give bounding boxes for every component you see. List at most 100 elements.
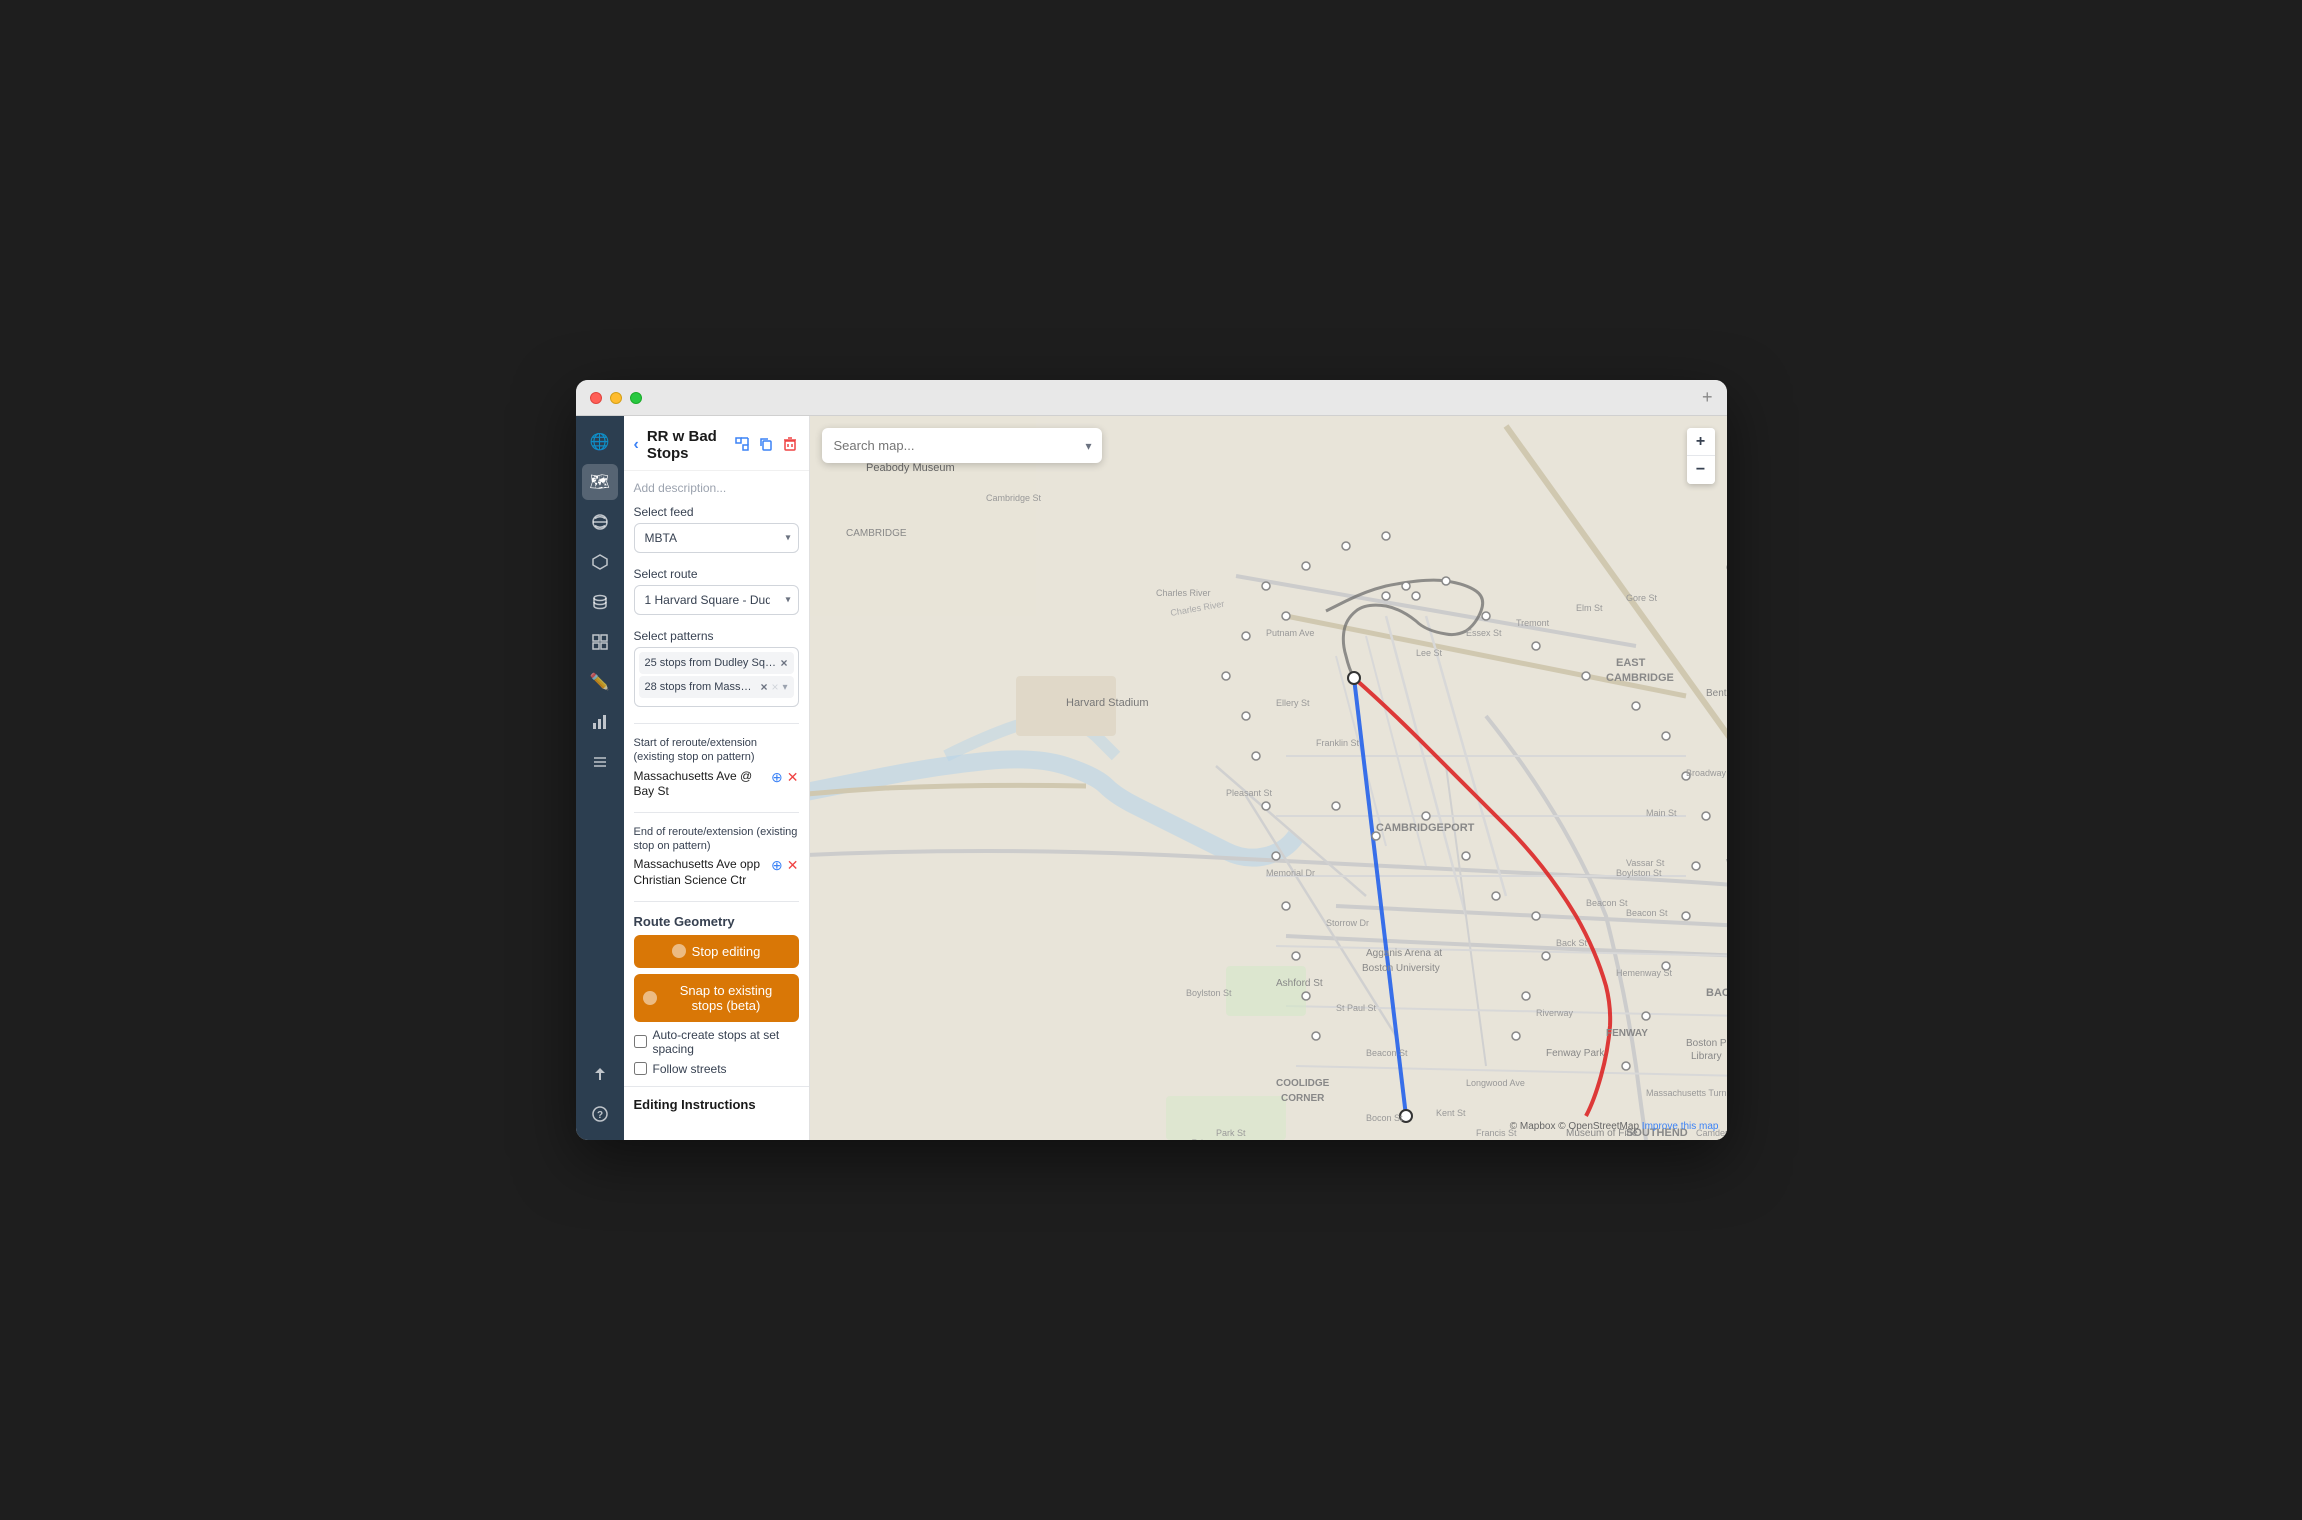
svg-text:Boylston St: Boylston St: [1616, 868, 1662, 878]
editing-instructions-label: Editing Instructions: [634, 1097, 756, 1112]
svg-text:CORNER: CORNER: [1281, 1093, 1325, 1104]
pattern-tag-2-text: 28 stops from Massachusetts Av...: [645, 681, 757, 693]
delete-icon[interactable]: [781, 435, 799, 456]
sidebar-item-pencil[interactable]: ✏️: [582, 664, 618, 700]
svg-text:Pleasant St: Pleasant St: [1226, 788, 1273, 798]
config-body: Add description... Select feed MBTA ▾: [624, 471, 809, 1086]
reroute-end-remove-icon[interactable]: ✕: [787, 857, 799, 874]
map-svg: Peabody Museum CAMBRIDGE Cambridge St Ha…: [810, 416, 1727, 1140]
map-search-input[interactable]: [822, 428, 1076, 463]
sidebar-item-map[interactable]: 🗺: [582, 464, 618, 500]
sidebar-item-help[interactable]: ?: [582, 1096, 618, 1132]
maximize-button[interactable]: [630, 392, 642, 404]
zoom-out-button[interactable]: −: [1687, 456, 1715, 484]
svg-text:Storrow Dr: Storrow Dr: [1326, 918, 1369, 928]
add-description-link[interactable]: Add description...: [634, 481, 799, 495]
pattern-tag-1-remove[interactable]: ×: [780, 656, 787, 670]
snap-stops-button[interactable]: Snap to existing stops (beta): [634, 974, 799, 1022]
patterns-section: Select patterns 25 stops from Dudley Squ…: [634, 629, 799, 707]
feed-label: Select feed: [634, 505, 799, 519]
pattern-tag-2-remove[interactable]: ×: [760, 680, 767, 694]
svg-text:Cambridge: Cambridge: [1726, 562, 1727, 574]
feed-select[interactable]: MBTA: [634, 523, 799, 553]
reroute-start-locate-icon[interactable]: ⊕: [771, 769, 783, 786]
route-label: Select route: [634, 567, 799, 581]
map-zoom-controls: + −: [1687, 428, 1715, 484]
svg-text:?: ?: [596, 1110, 602, 1121]
reroute-end-locate-icon[interactable]: ⊕: [771, 857, 783, 874]
config-panel: ‹ RR w Bad Stops: [624, 416, 810, 1140]
sidebar-item-list[interactable]: [582, 744, 618, 780]
pattern-dropdown-arrow[interactable]: ▾: [782, 682, 787, 693]
auto-create-row: Auto-create stops at set spacing: [634, 1028, 799, 1056]
reroute-start-row: Massachusetts Ave @ Bay St ⊕ ✕: [634, 769, 799, 800]
auto-create-checkbox[interactable]: [634, 1035, 647, 1048]
config-header: ‹ RR w Bad Stops: [624, 416, 809, 471]
svg-text:BACK BAY: BACK BAY: [1706, 987, 1727, 999]
svg-text:COOLIDGE: COOLIDGE: [1276, 1078, 1330, 1089]
zoom-in-button[interactable]: +: [1687, 428, 1715, 456]
icon-sidebar: 🌐 🗺: [576, 416, 624, 1140]
snap-stops-icon: [643, 991, 657, 1005]
svg-text:Main St: Main St: [1646, 808, 1677, 818]
reroute-end-stop: Massachusetts Ave opp Christian Science …: [634, 857, 768, 888]
config-title: RR w Bad Stops: [647, 428, 725, 462]
reroute-end-icons: ⊕ ✕: [771, 857, 798, 874]
sidebar-item-network[interactable]: [582, 544, 618, 580]
pattern-tag-2-clear[interactable]: ×: [771, 680, 778, 694]
close-button[interactable]: [590, 392, 602, 404]
svg-text:Longwood Ave: Longwood Ave: [1466, 1078, 1525, 1088]
mapbox-attribution: © Mapbox: [1510, 1121, 1559, 1132]
new-tab-button[interactable]: +: [1702, 387, 1713, 408]
improve-map-link[interactable]: Improve this map: [1642, 1121, 1719, 1132]
stop-editing-button[interactable]: Stop editing: [634, 935, 799, 968]
copy-icon[interactable]: [757, 435, 775, 456]
titlebar: +: [576, 380, 1727, 416]
svg-text:CAMBRIDGE: CAMBRIDGE: [846, 528, 907, 539]
map-attribution: © Mapbox © OpenStreetMap Improve this ma…: [1510, 1121, 1719, 1132]
editing-instructions: Editing Instructions: [624, 1086, 809, 1122]
header-actions: [733, 435, 799, 456]
svg-text:Boston University: Boston University: [1362, 963, 1440, 974]
sidebar-item-globe[interactable]: 🌐: [582, 424, 618, 460]
svg-text:St Paul St: St Paul St: [1336, 1003, 1377, 1013]
patterns-label: Select patterns: [634, 629, 799, 643]
svg-text:Kent St: Kent St: [1436, 1108, 1466, 1118]
sidebar-item-layers[interactable]: [582, 504, 618, 540]
svg-text:Boston Public: Boston Public: [1686, 1038, 1727, 1049]
svg-text:Cambridge St: Cambridge St: [986, 493, 1042, 503]
reroute-start-remove-icon[interactable]: ✕: [787, 769, 799, 786]
svg-text:Boylston St: Boylston St: [1186, 988, 1232, 998]
sidebar-item-chart[interactable]: [582, 704, 618, 740]
map-background: Peabody Museum CAMBRIDGE Cambridge St Ha…: [810, 416, 1727, 1140]
back-button[interactable]: ‹: [634, 436, 639, 454]
svg-text:Vassar St: Vassar St: [1626, 858, 1665, 868]
svg-text:Park St: Park St: [1216, 1128, 1246, 1138]
svg-text:CAMBRIDGEPORT: CAMBRIDGEPORT: [1376, 822, 1475, 834]
follow-streets-label: Follow streets: [653, 1062, 727, 1076]
sidebar-item-grid[interactable]: [582, 624, 618, 660]
svg-text:Massachusetts Turnpike: Massachusetts Turnpike: [1646, 1088, 1727, 1098]
app-body: 🌐 🗺: [576, 416, 1727, 1140]
expand-icon[interactable]: [733, 435, 751, 456]
svg-text:Bocon St: Bocon St: [1366, 1113, 1403, 1123]
svg-text:Franklin St: Franklin St: [1316, 738, 1360, 748]
divider-3: [634, 901, 799, 902]
reroute-end-label: End of reroute/extension (existing stop …: [634, 825, 799, 854]
minimize-button[interactable]: [610, 392, 622, 404]
follow-streets-checkbox[interactable]: [634, 1062, 647, 1075]
sidebar-item-database[interactable]: [582, 584, 618, 620]
svg-text:Peabody Museum: Peabody Museum: [866, 462, 955, 474]
svg-text:Agganis Arena at: Agganis Arena at: [1366, 948, 1442, 959]
app-window: + 🌐 🗺: [576, 380, 1727, 1140]
main-panel: ‹ RR w Bad Stops: [624, 416, 1727, 1140]
divider-2: [634, 812, 799, 813]
map-search-dropdown-icon[interactable]: ▾: [1075, 439, 1101, 453]
svg-text:Beacon St: Beacon St: [1366, 1048, 1408, 1058]
svg-text:Harvard Stadium: Harvard Stadium: [1066, 697, 1149, 709]
pattern-tag-2: 28 stops from Massachusetts Av... × × ▾: [639, 676, 794, 698]
svg-text:Riverway: Riverway: [1536, 1008, 1574, 1018]
route-select[interactable]: 1 Harvard Square - Dudley Station: [634, 585, 799, 615]
sidebar-item-share[interactable]: [582, 1056, 618, 1092]
svg-text:EAST: EAST: [1616, 657, 1646, 669]
